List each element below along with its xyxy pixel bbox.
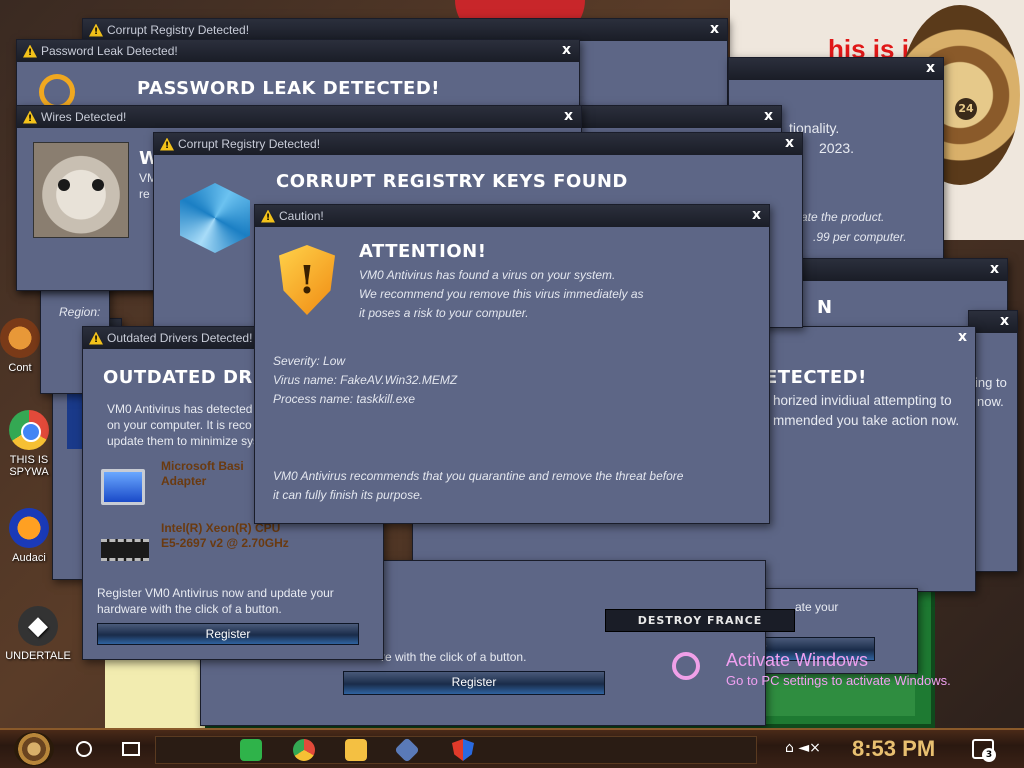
window-heading: N [817, 297, 833, 318]
activate-windows-watermark: Activate Windows Go to PC settings to ac… [672, 650, 951, 688]
window-heading: ETECTED! [765, 367, 867, 388]
titlebar: ! Password Leak Detected! x [17, 40, 579, 62]
window-text: We recommend you remove this virus immed… [359, 287, 644, 301]
middle-back-window: x [576, 105, 782, 135]
process-name-text: Process name: taskkill.exe [273, 392, 416, 406]
device-name: E5-2697 v2 @ 2.70GHz [161, 536, 289, 550]
contrast-icon [0, 318, 40, 358]
close-icon[interactable]: x [1000, 313, 1009, 329]
window-title: Outdated Drivers Detected! [107, 331, 253, 345]
titlebar: x [729, 58, 943, 80]
close-icon[interactable]: x [926, 60, 935, 76]
chrome-icon [9, 410, 49, 450]
window-title: Wires Detected! [41, 110, 127, 124]
window-text: update them to minimize sys [107, 434, 260, 448]
recommendation-text: VM0 Antivirus recommends that you quaran… [273, 469, 684, 483]
warning-icon: ! [89, 23, 103, 37]
region-label: Region: [59, 305, 101, 319]
window-text: on your computer. It is reco [107, 418, 252, 432]
window-text: ate your [795, 600, 839, 614]
window-text: it poses a risk to your computer. [359, 306, 529, 320]
chrome-icon[interactable] [293, 739, 315, 761]
titlebar: x [577, 106, 781, 128]
warning-shield-icon: ! [279, 245, 335, 315]
warning-icon: ! [160, 137, 174, 151]
window-heading: CORRUPT REGISTRY KEYS FOUND [276, 171, 628, 192]
window-text: ate the product. [801, 210, 885, 224]
register-button[interactable]: Register [343, 671, 605, 695]
warning-icon: ! [23, 110, 37, 124]
close-icon[interactable]: x [764, 108, 773, 124]
window-text: VM0 Antivirus has detected [107, 402, 253, 416]
window-text: VM0 Antivirus has found a virus on your … [359, 268, 616, 282]
warning-icon: ! [261, 209, 275, 223]
warning-icon: ! [89, 331, 103, 345]
window-title: Password Leak Detected! [41, 44, 178, 58]
window-title: Caution! [279, 209, 324, 223]
start-button[interactable] [14, 732, 54, 766]
desktop-icon-label: UNDERTALE [5, 650, 71, 662]
desktop-icon-undertale[interactable]: ◆ UNDERTALE [0, 606, 78, 662]
device-name: Microsoft Basi [161, 459, 244, 473]
caution-window: ! Caution! x ! ATTENTION! VM0 Antivirus … [254, 204, 770, 524]
close-icon[interactable]: x [785, 135, 794, 151]
close-icon[interactable]: x [752, 207, 761, 223]
file-explorer-icon[interactable] [345, 739, 367, 761]
close-icon[interactable]: x [710, 21, 719, 37]
virus-name-text: Virus name: FakeAV.Win32.MEMZ [273, 373, 458, 387]
close-icon[interactable]: x [564, 108, 573, 124]
window-title: Corrupt Registry Detected! [178, 137, 321, 151]
taskbar: ⌂ ◄× 8:53 PM 3 [0, 728, 1024, 768]
destroy-france-button[interactable]: DESTROY FRANCE [605, 609, 795, 632]
window-heading: PASSWORD LEAK DETECTED! [137, 78, 440, 99]
register-button[interactable]: Register [97, 623, 359, 645]
titlebar: ! Corrupt Registry Detected! x [83, 19, 727, 41]
window-text: now. [977, 394, 1004, 409]
recommendation-text: it can fully finish its purpose. [273, 488, 424, 502]
device-name: Adapter [161, 474, 207, 488]
window-text: 2023. [819, 140, 855, 156]
titlebar: ! Caution! x [255, 205, 769, 227]
cpu-chip-icon [101, 539, 149, 561]
cat-image [33, 142, 129, 238]
clock-number: 24 [955, 98, 977, 120]
activate-subtext: Go to PC settings to activate Windows. [726, 673, 951, 688]
window-heading: ATTENTION! [359, 241, 487, 262]
window-text: ing to [975, 375, 1007, 390]
titlebar: ! Wires Detected! x [17, 106, 581, 128]
unity-icon: ◆ [18, 606, 58, 646]
window-text: horized invidiual attempting to [773, 393, 952, 408]
task-view-icon[interactable] [122, 742, 140, 756]
window-text: .99 per computer. [813, 230, 907, 244]
titlebar: ! Corrupt Registry Detected! x [154, 133, 802, 155]
titlebar: x [969, 311, 1017, 333]
close-icon[interactable]: x [958, 329, 967, 345]
severity-text: Severity: Low [273, 354, 346, 368]
close-icon[interactable]: x [990, 261, 999, 277]
window-text: re with the click of a button. [381, 650, 527, 664]
notification-count-badge: 3 [982, 748, 996, 762]
activate-heading: Activate Windows [726, 650, 869, 670]
monitor-icon [101, 469, 145, 505]
close-icon[interactable]: x [562, 42, 571, 58]
window-text: Register VM0 Antivirus now and update yo… [97, 586, 334, 600]
titlebar: x [771, 259, 1007, 281]
key-icon [672, 652, 700, 680]
audacity-icon [9, 508, 49, 548]
yellow-window [105, 660, 205, 728]
clock-time[interactable]: 8:53 PM [852, 736, 935, 762]
window-title: Corrupt Registry Detected! [107, 23, 250, 37]
warning-icon: ! [23, 44, 37, 58]
desktop: his is jus 24 Cont THIS IS SPYWA Audaci … [0, 0, 1024, 728]
sticky-notes-icon[interactable] [240, 739, 262, 761]
search-icon[interactable] [76, 741, 92, 757]
system-tray-icons[interactable]: ⌂ ◄× [785, 740, 821, 756]
registry-cubes-icon [180, 183, 250, 253]
window-text: mmended you take action now. [773, 413, 960, 428]
window-text: hardware with the click of a button. [97, 602, 282, 616]
